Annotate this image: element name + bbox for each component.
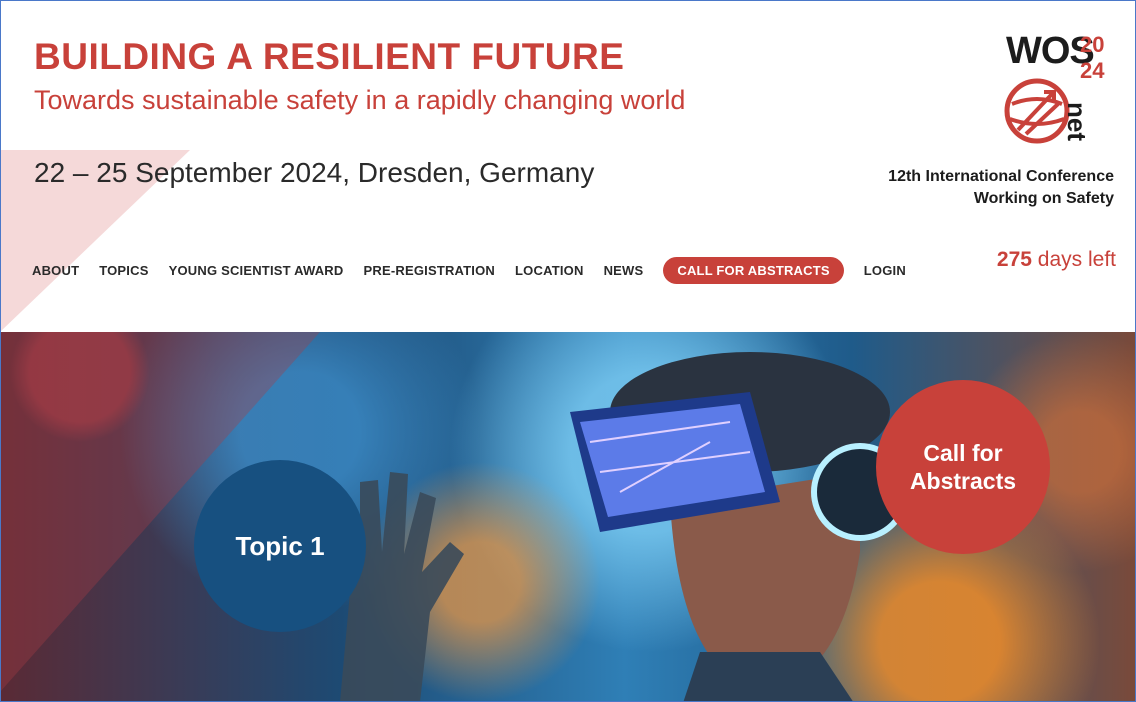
cfa-line1: Call for: [923, 440, 1003, 466]
topic-1-button[interactable]: Topic 1: [194, 460, 366, 632]
person-vr-headset-illustration: [570, 352, 909, 702]
site-header: BUILDING A RESILIENT FUTURE Towards sust…: [0, 0, 1136, 332]
conference-info: 12th International Conference Working on…: [888, 166, 1114, 210]
nav-young-scientist-award[interactable]: YOUNG SCIENTIST AWARD: [169, 263, 344, 278]
nav-call-for-abstracts-button[interactable]: CALL FOR ABSTRACTS: [663, 256, 844, 284]
countdown: 275 days left: [997, 248, 1116, 272]
cfa-line2: Abstracts: [909, 468, 1017, 494]
nav-login[interactable]: LOGIN: [864, 263, 906, 278]
nav-location[interactable]: LOCATION: [515, 263, 584, 278]
cfa-label: Call for Abstracts: [910, 439, 1016, 495]
conference-name: 12th International Conference: [888, 168, 1114, 185]
nav-pre-registration[interactable]: PRE-REGISTRATION: [364, 263, 496, 278]
topic-1-label: Topic 1: [235, 530, 325, 561]
logo-year: 20 24: [1080, 32, 1104, 84]
nav-topics[interactable]: TOPICS: [99, 263, 148, 278]
main-nav: ABOUT TOPICS YOUNG SCIENTIST AWARD PRE-R…: [32, 256, 926, 284]
nav-news[interactable]: NEWS: [604, 263, 644, 278]
logo-net-text: net: [1062, 102, 1092, 141]
logo-year-bottom: 24: [1080, 58, 1105, 83]
event-date-location: 22 – 25 September 2024, Dresden, Germany: [34, 157, 595, 188]
nav-about[interactable]: ABOUT: [32, 263, 79, 278]
countdown-number: 275: [996, 248, 1032, 271]
wos-logo[interactable]: WOS 20 24 net: [1000, 30, 1120, 150]
page-subtitle: Towards sustainable safety in a rapidly …: [34, 85, 686, 115]
conference-theme: Working on Safety: [973, 190, 1114, 207]
logo-year-top: 20: [1080, 32, 1105, 57]
countdown-label: days left: [1031, 248, 1116, 271]
hero-banner: Topic 1 Call for Abstracts: [0, 332, 1136, 702]
call-for-abstracts-circle-button[interactable]: Call for Abstracts: [876, 380, 1050, 554]
page-title: BUILDING A RESILIENT FUTURE: [34, 36, 625, 77]
